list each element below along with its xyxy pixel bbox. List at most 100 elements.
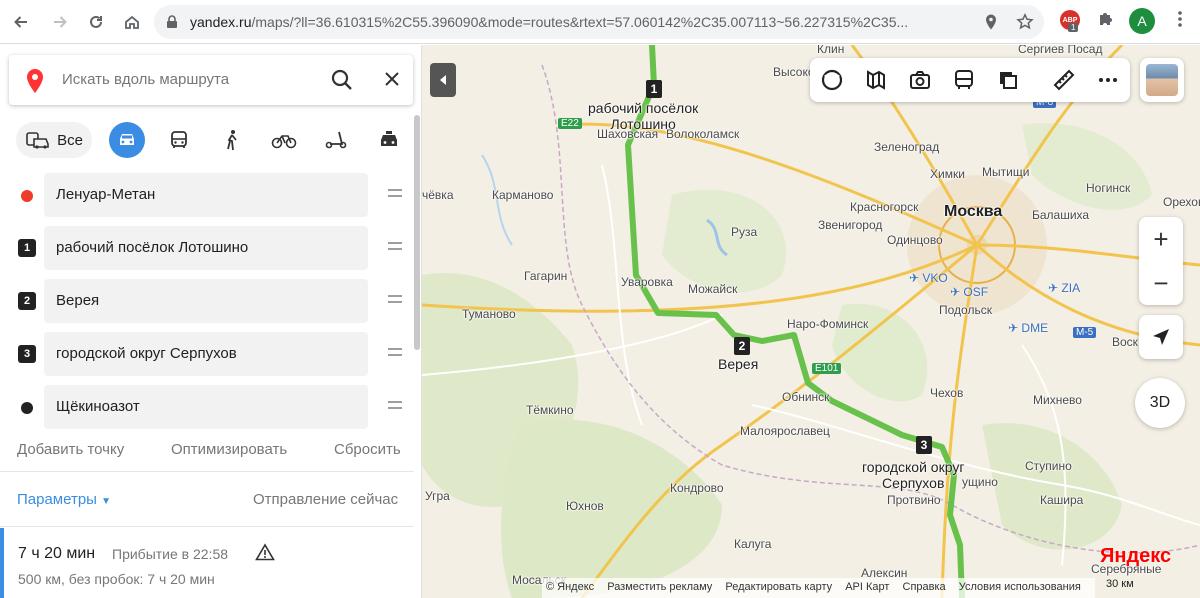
footer-link-edit-map[interactable]: Редактировать карту [725,581,832,593]
my-location-button[interactable] [1139,315,1183,359]
drag-handle-icon[interactable] [388,295,402,307]
map-canvas[interactable]: рабочий посёлок Лотошино Верея городской… [422,45,1200,598]
label-odintsovo: Одинцово [887,233,943,247]
3d-toggle-button[interactable]: 3D [1135,378,1185,428]
end-dot-icon [21,402,33,414]
footer-link-terms[interactable]: Условия использования [959,581,1081,593]
yandex-pin-icon [27,69,43,93]
waypoint-end[interactable]: Щёкиноазот [0,385,420,429]
sidebar-scrollbar[interactable] [414,115,420,350]
adblock-count: 1 [1068,23,1079,32]
search-placeholder: Искать вдоль маршрута [62,71,230,88]
bookmark-star-icon[interactable] [1016,13,1034,31]
departure-time[interactable]: Отправление сейчас [253,491,398,508]
search-icon[interactable] [329,67,355,93]
label-kondrovo: Кондрово [670,481,724,495]
reset-button[interactable]: Сбросить [334,441,401,458]
route-marker-3[interactable]: 3 [916,436,932,454]
mode-scooter[interactable] [323,122,349,158]
back-arrow-icon [14,16,27,28]
back-button[interactable] [6,7,36,37]
label-zvenigorod: Звенигород [818,218,883,232]
route-duration: 7 ч 20 мин [18,545,96,562]
footer-link-advertise[interactable]: Разместить рекламу [607,581,712,593]
extensions-puzzle-icon[interactable] [1096,9,1116,29]
bicycle-icon [271,135,297,149]
divider [0,471,414,472]
location-arrow-icon [1153,329,1169,345]
panorama-icon[interactable] [820,68,844,92]
mode-walk[interactable] [221,122,243,158]
more-icon[interactable] [1096,68,1120,92]
mode-car[interactable] [109,122,145,158]
layers-icon[interactable] [996,68,1020,92]
waypoint-1[interactable]: 1 рабочий посёлок Лотошино [0,226,420,270]
drag-handle-icon[interactable] [388,189,402,201]
adblock-extension[interactable]: ABP 1 [1060,10,1082,32]
label-mytishchi: Мытищи [982,165,1030,179]
reload-button[interactable] [81,7,111,37]
route-marker-1[interactable]: 1 [646,80,662,98]
user-avatar-button[interactable] [1140,58,1184,102]
home-button[interactable] [117,7,147,37]
label-stupino: Ступино [1025,459,1072,473]
bus-layer-icon[interactable] [952,68,976,92]
label-tumanovo: Туманово [462,307,516,321]
divider [0,526,414,527]
label-chevka: чёвка [422,188,454,202]
warning-icon [255,543,275,561]
waypoint-field[interactable]: городской округ Серпухов [44,332,368,376]
label-mozhaisk: Можайск [688,282,738,296]
route-option-card[interactable]: 7 ч 20 мин Прибытие в 22:58 500 км, без … [0,528,416,598]
profile-avatar[interactable]: A [1129,8,1155,34]
label-text: городской округ Серпухов [862,459,965,491]
route-marker-2[interactable]: 2 [734,337,750,355]
waypoint-field[interactable]: рабочий посёлок Лотошино [44,226,368,270]
waypoint-field[interactable]: Верея [44,279,368,323]
waypoint-number: 3 [18,345,36,363]
ruler-icon[interactable] [1052,68,1076,92]
map-layers-toolbar [810,58,1130,102]
zoom-in-button[interactable]: + [1139,217,1183,261]
waypoint-2[interactable]: 2 Верея [0,279,420,323]
footer-link-help[interactable]: Справка [903,581,946,593]
mode-taxi[interactable] [376,122,402,158]
mode-all[interactable]: Все [16,122,92,158]
route-distance: 500 км, без пробок: 7 ч 20 мин [18,571,215,587]
airport-code: DME [1021,321,1049,335]
optimize-button[interactable]: Оптимизировать [171,441,287,458]
photo-icon[interactable] [908,68,932,92]
waypoint-3[interactable]: 3 городской округ Серпухов [0,332,420,376]
drag-handle-icon[interactable] [388,348,402,360]
label-ugra: Угра [425,489,450,503]
menu-kebab-icon[interactable] [1170,9,1190,29]
waypoint-field[interactable]: Щёкиноазот [44,385,368,429]
footer-link-api[interactable]: API Карт [845,581,889,593]
route-search-box[interactable]: Искать вдоль маршрута [9,55,413,105]
add-point-button[interactable]: Добавить точку [17,441,124,458]
location-pin-icon[interactable] [982,13,1000,31]
airport-code: VKO [922,271,948,285]
zoom-out-button[interactable]: − [1139,261,1183,305]
airport-code: OSF [963,285,989,299]
waypoint-start[interactable]: Ленуар-Метан [0,173,420,217]
label-chekhov: Чехов [930,386,964,400]
copyright: © Яндекс [546,581,595,593]
mode-bicycle[interactable] [269,122,299,158]
airport-osf: ✈ OSF [950,285,988,299]
road-shield-e22: E22 [558,118,582,129]
address-bar[interactable]: yandex.ru/maps/?ll=36.610315%2C55.396090… [154,5,1044,39]
collapse-sidebar-button[interactable] [430,63,456,97]
drag-handle-icon[interactable] [388,242,402,254]
label-protvino: Протвино [887,493,941,507]
parameters-dropdown[interactable]: Параметры ▼ [17,491,111,508]
mode-public-transport[interactable] [166,122,192,158]
forward-button[interactable] [45,7,75,37]
waypoint-field[interactable]: Ленуар-Метан [44,173,368,217]
start-dot-icon [21,190,33,202]
drag-handle-icon[interactable] [388,401,402,413]
close-icon[interactable] [382,69,402,89]
traffic-icon[interactable] [864,68,888,92]
label-balashikha: Балашиха [1032,208,1090,222]
label-maloyaroslavets: Малоярославец [740,424,830,438]
